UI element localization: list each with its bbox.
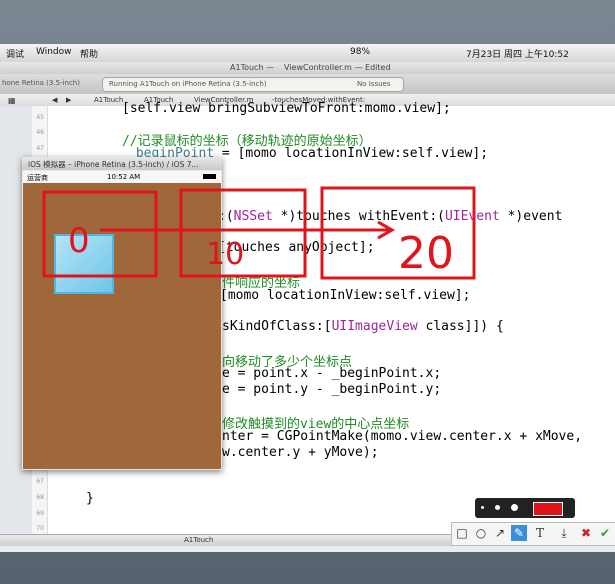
annotation-overlay: 0 10 20 (42, 186, 476, 280)
stroke-large-icon[interactable] (511, 504, 518, 511)
annotation-box-0 (42, 190, 158, 278)
ellipse-tool-icon[interactable]: ○ (473, 525, 489, 541)
annotation-label-20: 20 (398, 228, 454, 279)
cancel-tool-icon[interactable]: ✖ (578, 525, 594, 541)
arrow-tool-icon[interactable]: ↗ (492, 525, 508, 541)
pen-tool-icon[interactable]: ✎ (511, 525, 527, 541)
annotation-label-10: 10 (206, 237, 244, 272)
annotation-tools: □ ○ ↗ ✎ T ⤓ ✖ ✔ (451, 522, 615, 546)
screenshot-annotation-toolbar: □ ○ ↗ ✎ T ⤓ ✖ ✔ (451, 498, 615, 550)
rectangle-tool-icon[interactable]: □ (454, 525, 470, 541)
annotation-label-0: 0 (68, 221, 90, 261)
stroke-palette (475, 498, 575, 518)
color-swatch[interactable] (533, 502, 563, 516)
save-tool-icon[interactable]: ⤓ (556, 525, 572, 541)
stroke-medium-icon[interactable] (495, 505, 500, 510)
text-tool-icon[interactable]: T (532, 525, 548, 541)
stroke-small-icon[interactable] (481, 506, 484, 509)
confirm-tool-icon[interactable]: ✔ (597, 525, 613, 541)
